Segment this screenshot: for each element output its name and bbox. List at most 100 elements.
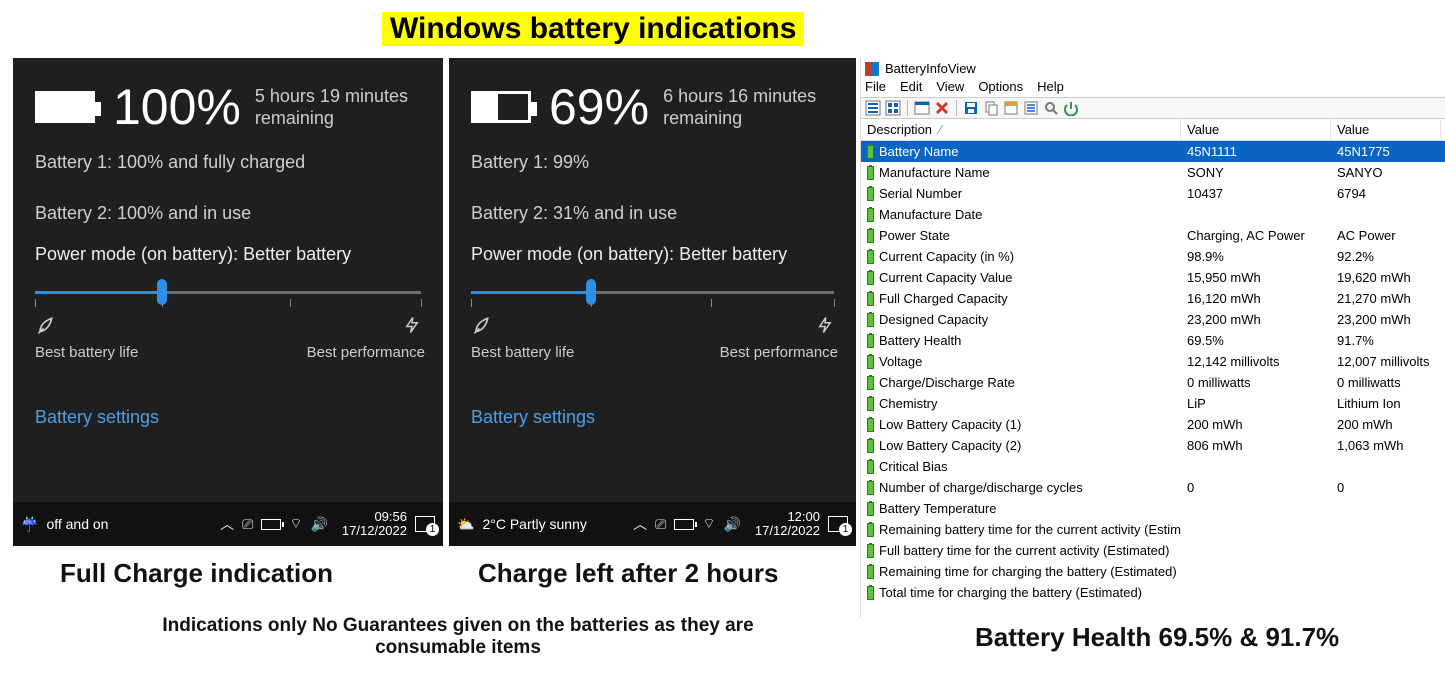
list-row[interactable]: Manufacture NameSONYSANYO <box>861 162 1445 183</box>
column-value-1[interactable]: Value <box>1181 119 1331 140</box>
toolbar-copy-cell-icon[interactable] <box>1003 100 1019 116</box>
notification-icon[interactable] <box>828 516 848 532</box>
toolbar-properties-icon[interactable] <box>914 100 930 116</box>
weather-text[interactable]: off and on <box>46 516 108 532</box>
list-row[interactable]: ChemistryLiPLithium Ion <box>861 393 1445 414</box>
slider-label-right: Best performance <box>720 344 838 361</box>
power-mode-slider[interactable] <box>471 283 834 301</box>
list-row[interactable]: Battery Health69.5%91.7% <box>861 330 1445 351</box>
menu-bar: File Edit View Options Help <box>861 78 1445 97</box>
menu-options[interactable]: Options <box>978 79 1023 94</box>
weather-icon[interactable]: ⛅ <box>457 516 474 533</box>
toolbar-exit-icon[interactable] <box>1063 100 1079 116</box>
list-row[interactable]: Critical Bias <box>861 456 1445 477</box>
toolbar-options-icon[interactable] <box>1023 100 1039 116</box>
battery-item-icon <box>867 565 874 579</box>
battery-item-icon <box>867 523 874 537</box>
power-mode-label: Power mode (on battery): Better battery <box>449 224 856 265</box>
slider-label-right: Best performance <box>307 344 425 361</box>
wifi-icon[interactable]: ⌔ <box>702 515 715 533</box>
menu-view[interactable]: View <box>936 79 964 94</box>
list-row[interactable]: Total time for charging the battery (Est… <box>861 582 1445 603</box>
list-body: Battery Name45N111145N1775Manufacture Na… <box>861 141 1445 603</box>
window-title: BatteryInfoView <box>861 58 1445 78</box>
toolbar-save-icon[interactable] <box>963 100 979 116</box>
power-mode-slider[interactable] <box>35 283 421 301</box>
column-value-2[interactable]: Value <box>1331 119 1441 140</box>
weather-text[interactable]: 2°C Partly sunny <box>482 516 586 532</box>
app-icon <box>865 62 879 76</box>
battery-item-icon <box>867 418 874 432</box>
menu-file[interactable]: File <box>865 79 886 94</box>
list-row[interactable]: Current Capacity Value15,950 mWh19,620 m… <box>861 267 1445 288</box>
weather-icon[interactable]: ☔ <box>21 516 38 533</box>
battery-item-icon <box>867 271 874 285</box>
battery-tray-icon[interactable] <box>261 519 281 530</box>
battery-tray-icon[interactable] <box>674 519 694 530</box>
battery-1-status: Battery 1: 99% <box>449 140 856 173</box>
battery-settings-link[interactable]: Battery settings <box>35 407 443 428</box>
menu-edit[interactable]: Edit <box>900 79 922 94</box>
battery-item-icon <box>867 208 874 222</box>
notification-icon[interactable] <box>415 516 435 532</box>
toolbar-view-list-icon[interactable] <box>865 100 881 116</box>
battery-item-icon <box>867 166 874 180</box>
battery-item-icon <box>867 544 874 558</box>
toolbar-find-icon[interactable] <box>1043 100 1059 116</box>
list-header[interactable]: Description ⁄ Value Value <box>861 119 1445 141</box>
battery-item-icon <box>867 334 874 348</box>
battery-percentage: 100% <box>113 78 241 136</box>
clock[interactable]: 12:00 17/12/2022 <box>755 510 820 539</box>
list-row[interactable]: Charge/Discharge Rate0 milliwatts0 milli… <box>861 372 1445 393</box>
list-row[interactable]: Power StateCharging, AC PowerAC Power <box>861 225 1445 246</box>
list-row[interactable]: Remaining battery time for the current a… <box>861 519 1445 540</box>
list-row[interactable]: Battery Name45N111145N1775 <box>861 141 1445 162</box>
list-row[interactable]: Full Charged Capacity16,120 mWh21,270 mW… <box>861 288 1445 309</box>
column-description[interactable]: Description ⁄ <box>861 119 1181 140</box>
list-row[interactable]: Designed Capacity23,200 mWh23,200 mWh <box>861 309 1445 330</box>
toolbar-delete-icon[interactable] <box>934 100 950 116</box>
list-row[interactable]: Manufacture Date <box>861 204 1445 225</box>
wifi-icon[interactable]: ⌔ <box>289 515 302 533</box>
list-row[interactable]: Number of charge/discharge cycles00 <box>861 477 1445 498</box>
menu-help[interactable]: Help <box>1037 79 1064 94</box>
battery-item-icon <box>867 187 874 201</box>
list-row[interactable]: Serial Number104376794 <box>861 183 1445 204</box>
battery-icon <box>471 91 531 123</box>
leaf-icon <box>471 315 491 340</box>
meet-now-icon[interactable]: ⎚ <box>655 516 666 533</box>
battery-item-icon <box>867 586 874 600</box>
battery-settings-link[interactable]: Battery settings <box>471 407 856 428</box>
volume-icon[interactable]: 🔊 <box>310 516 327 533</box>
battery-percentage: 69% <box>549 78 649 136</box>
toolbar-view-grid-icon[interactable] <box>885 100 901 116</box>
list-row[interactable]: Battery Temperature <box>861 498 1445 519</box>
slider-label-left: Best battery life <box>35 344 138 361</box>
list-row[interactable]: Low Battery Capacity (1)200 mWh200 mWh <box>861 414 1445 435</box>
battery-item-icon <box>867 502 874 516</box>
battery-item-icon <box>867 292 874 306</box>
battery-item-icon <box>867 376 874 390</box>
bolt-icon <box>403 315 421 340</box>
battery-flyout-2: 69% 6 hours 16 minutes remaining Battery… <box>449 58 856 546</box>
caption-full-charge: Full Charge indication <box>60 558 333 589</box>
list-row[interactable]: Remaining time for charging the battery … <box>861 561 1445 582</box>
toolbar-copy-icon[interactable] <box>983 100 999 116</box>
list-row[interactable]: Full battery time for the current activi… <box>861 540 1445 561</box>
battery-2-status: Battery 2: 100% and in use <box>13 191 443 224</box>
battery-item-icon <box>867 229 874 243</box>
clock[interactable]: 09:56 17/12/2022 <box>342 510 407 539</box>
battery-item-icon <box>867 145 874 159</box>
meet-now-icon[interactable]: ⎚ <box>242 516 253 533</box>
list-row[interactable]: Low Battery Capacity (2)806 mWh1,063 mWh <box>861 435 1445 456</box>
list-row[interactable]: Voltage12,142 millivolts12,007 millivolt… <box>861 351 1445 372</box>
list-row[interactable]: Current Capacity (in %)98.9%92.2% <box>861 246 1445 267</box>
chevron-up-icon[interactable]: ︿ <box>220 514 234 534</box>
battery-2-status: Battery 2: 31% and in use <box>449 191 856 224</box>
time-remaining: 6 hours 16 minutes remaining <box>663 85 816 130</box>
slider-label-left: Best battery life <box>471 344 574 361</box>
battery-item-icon <box>867 250 874 264</box>
volume-icon[interactable]: 🔊 <box>723 516 740 533</box>
power-mode-label: Power mode (on battery): Better battery <box>13 224 443 265</box>
chevron-up-icon[interactable]: ︿ <box>633 514 647 534</box>
